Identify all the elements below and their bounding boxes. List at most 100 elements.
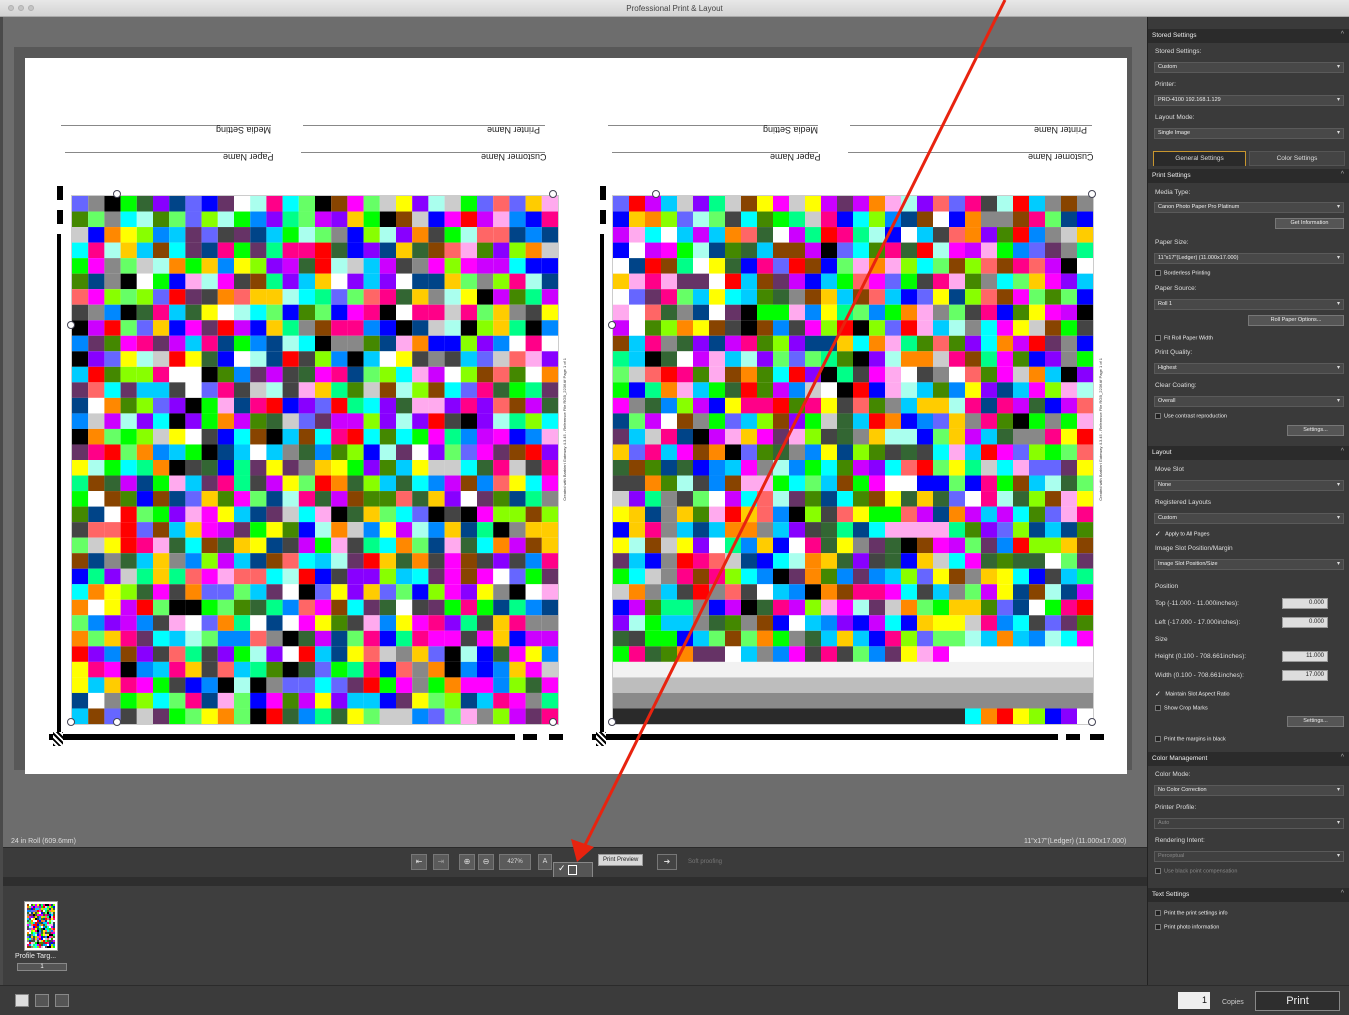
move-slot-dropdown[interactable]: None: [1154, 480, 1344, 491]
arrow-right-icon[interactable]: ➜: [657, 854, 677, 870]
zoom-level-dropdown[interactable]: 427%: [499, 854, 531, 870]
zoom-out-button[interactable]: ⊖: [478, 854, 494, 870]
width-input[interactable]: 17.000: [1282, 670, 1328, 681]
aspect-ratio-checkbox[interactable]: ✓ Maintain Slot Aspect Ratio: [1155, 690, 1230, 698]
settings-button[interactable]: Settings...: [1287, 425, 1344, 436]
registered-layouts-dropdown[interactable]: Custom: [1154, 513, 1344, 524]
roll-paper-options-button[interactable]: Roll Paper Options...: [1248, 315, 1344, 326]
color-patch: [613, 537, 629, 554]
color-patch: [347, 211, 364, 228]
zoom-in-button[interactable]: ⊕: [459, 854, 475, 870]
media-setting-label: Media Setting: [763, 125, 819, 135]
slot-handle[interactable]: [113, 190, 121, 198]
color-patch: [981, 537, 997, 554]
borderless-checkbox[interactable]: Borderless Printing: [1155, 270, 1210, 276]
color-patch: [741, 397, 757, 414]
color-patch: [331, 677, 348, 693]
chevron-up-icon[interactable]: ^: [1341, 31, 1344, 38]
fit-roll-checkbox[interactable]: Fit Roll Paper Width: [1155, 335, 1213, 341]
print-button[interactable]: Print: [1255, 991, 1340, 1011]
slot-handle[interactable]: [67, 321, 75, 329]
checkbox-label: Show Crop Marks: [1164, 705, 1208, 712]
page-icon[interactable]: [568, 865, 577, 875]
thumbstrip-divider[interactable]: [3, 877, 1147, 886]
page-thumbnail[interactable]: [24, 901, 58, 951]
single-view-icon[interactable]: [15, 994, 29, 1007]
print-settings-info-checkbox[interactable]: Print the print settings info: [1155, 910, 1228, 916]
split-view-icon[interactable]: [35, 994, 49, 1007]
soft-proofing-checkbox[interactable]: Soft proofing: [688, 859, 722, 865]
thumbnail-patch: [27, 928, 29, 930]
slot-handle[interactable]: [1088, 718, 1096, 726]
print-settings-section[interactable]: Print Settings ^: [1148, 169, 1349, 183]
thumbnail-patch: [35, 910, 37, 912]
color-mode-dropdown[interactable]: No Color Correction: [1154, 785, 1344, 796]
color-patch: [613, 630, 629, 647]
print-quality-dropdown[interactable]: Highest: [1154, 363, 1344, 374]
slot-handle[interactable]: [652, 190, 660, 198]
compare-view-icon[interactable]: [55, 994, 69, 1007]
text-settings-section[interactable]: Text Settings ^: [1148, 888, 1349, 902]
printer-dropdown[interactable]: PRO-4100 192.168.1.129: [1154, 95, 1344, 106]
crop-marks-checkbox[interactable]: Show Crop Marks: [1155, 705, 1208, 711]
color-patch: [821, 273, 837, 290]
prev-page-button[interactable]: ⇤: [411, 854, 427, 870]
chevron-up-icon[interactable]: ^: [1341, 171, 1344, 178]
color-management-section[interactable]: Color Management ^: [1148, 752, 1349, 766]
fit-icon[interactable]: A: [538, 854, 552, 870]
slot-handle[interactable]: [67, 718, 75, 726]
thumbnail-patch: [43, 904, 45, 906]
media-type-dropdown[interactable]: Canon Photo Paper Pro Platinum: [1154, 202, 1344, 213]
color-patch: [104, 366, 121, 383]
stored-settings-section[interactable]: Stored Settings ^: [1148, 29, 1349, 43]
tab-general-settings[interactable]: General Settings: [1153, 151, 1246, 166]
layout-section[interactable]: Layout ^: [1148, 446, 1349, 460]
next-page-button[interactable]: ⇥: [433, 854, 449, 870]
chevron-up-icon[interactable]: ^: [1341, 890, 1344, 897]
color-patch: [965, 320, 981, 336]
paper-source-dropdown[interactable]: Roll 1: [1154, 299, 1344, 310]
color-patch: [201, 444, 218, 460]
slot-handle[interactable]: [608, 718, 616, 726]
chevron-up-icon[interactable]: ^: [1341, 754, 1344, 761]
color-patch: [933, 196, 949, 212]
clear-coating-dropdown[interactable]: Overall: [1154, 396, 1344, 407]
chevron-up-icon[interactable]: ^: [1341, 448, 1344, 455]
apply-all-checkbox[interactable]: ✓ Apply to All Pages: [1155, 530, 1209, 538]
color-patch: [282, 304, 299, 321]
paper-size-dropdown[interactable]: 11"x17"(Ledger) (11.000x17.000): [1154, 253, 1344, 264]
contrast-checkbox[interactable]: Use contrast reproduction: [1155, 413, 1227, 419]
slot-position-dropdown[interactable]: Image Slot Position/Size: [1154, 559, 1344, 570]
copies-input[interactable]: 1: [1178, 992, 1210, 1009]
print-photo-info-checkbox[interactable]: Print photo information: [1155, 924, 1219, 930]
thumbnail-patch: [37, 922, 39, 924]
color-patch: [933, 413, 949, 429]
margins-black-checkbox[interactable]: Print the margins in black: [1155, 736, 1226, 742]
printer-profile-dropdown[interactable]: Auto: [1154, 818, 1344, 829]
slot-handle[interactable]: [608, 321, 616, 329]
color-patch: [509, 677, 526, 693]
bpc-checkbox[interactable]: Use black point compensation: [1155, 868, 1237, 874]
color-patch: [741, 304, 757, 321]
thumbnail-patch: [35, 906, 37, 908]
color-patch: [853, 615, 869, 631]
color-patch: [613, 568, 629, 585]
slot-handle[interactable]: [549, 718, 557, 726]
crop-settings-button[interactable]: Settings...: [1287, 716, 1344, 727]
rendering-intent-dropdown[interactable]: Perceptual: [1154, 851, 1344, 862]
print-preview-button[interactable]: Print Preview: [598, 854, 644, 866]
slot-handle[interactable]: [549, 190, 557, 198]
thumbnail-page-stepper[interactable]: 1: [17, 963, 67, 971]
color-patch: [88, 444, 105, 460]
left-input[interactable]: 0.000: [1282, 617, 1328, 628]
tab-color-settings[interactable]: Color Settings: [1249, 151, 1345, 166]
thumbnail-patch: [41, 942, 43, 944]
get-information-button[interactable]: Get Information: [1275, 218, 1344, 229]
layout-mode-dropdown[interactable]: Single Image: [1154, 128, 1344, 139]
slot-handle[interactable]: [1088, 190, 1096, 198]
color-patch: [741, 615, 757, 631]
top-input[interactable]: 0.000: [1282, 598, 1328, 609]
height-input[interactable]: 11.000: [1282, 651, 1328, 662]
slot-handle[interactable]: [113, 718, 121, 726]
stored-settings-dropdown[interactable]: Custom: [1154, 62, 1344, 73]
